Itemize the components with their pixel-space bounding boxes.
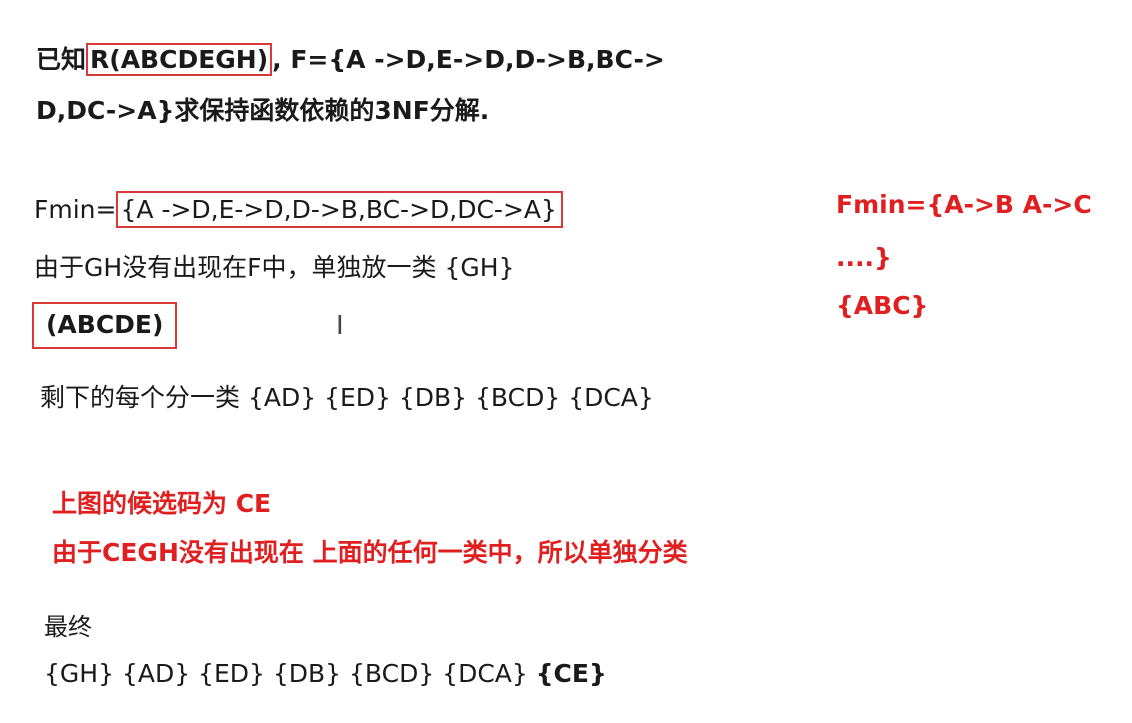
fmin-box: {A ->D,E->D,D->B,BC->D,DC->A} (116, 191, 563, 228)
final-ce-group: {CE} (535, 659, 607, 688)
problem-prefix: 已知 (36, 45, 87, 74)
cegh-note: 由于CEGH没有出现在 上面的任何一类中，所以单独分类 (52, 538, 688, 567)
fmin-line: Fmin= {A ->D,E->D,D->B,BC->D,DC->A} (34, 191, 563, 228)
final-label: 最终 (44, 613, 92, 641)
side-note-line2: ....} (836, 243, 892, 272)
fd-set-part1: , F={A ->D,E->D,D->B,BC-> (272, 45, 665, 74)
final-groups-line: {GH} {AD} {ED} {DB} {BCD} {DCA} {CE} (44, 659, 607, 688)
fmin-label: Fmin= (34, 195, 117, 224)
relation-box: R(ABCDEGH) (86, 43, 273, 76)
final-groups: {GH} {AD} {ED} {DB} {BCD} {DCA} (44, 659, 536, 688)
candidate-key-note: 上图的候选码为 CE (52, 489, 272, 518)
problem-statement-line2: D,DC->A}求保持函数依赖的3NF分解. (36, 96, 490, 125)
side-note-line1: Fmin={A->B A->C (836, 190, 1092, 219)
problem-statement-line1: 已知 R(ABCDEGH), F={A ->D,E->D,D->B,BC-> (36, 40, 665, 76)
remaining-groups: 剩下的每个分一类 {AD} {ED} {DB} {BCD} {DCA} (40, 383, 654, 412)
text-cursor-icon: I (336, 311, 344, 341)
side-note-line3: {ABC} (836, 291, 929, 320)
abcde-box: (ABCDE) (32, 302, 178, 349)
gh-note: 由于GH没有出现在F中，单独放一类 {GH} (34, 253, 515, 282)
